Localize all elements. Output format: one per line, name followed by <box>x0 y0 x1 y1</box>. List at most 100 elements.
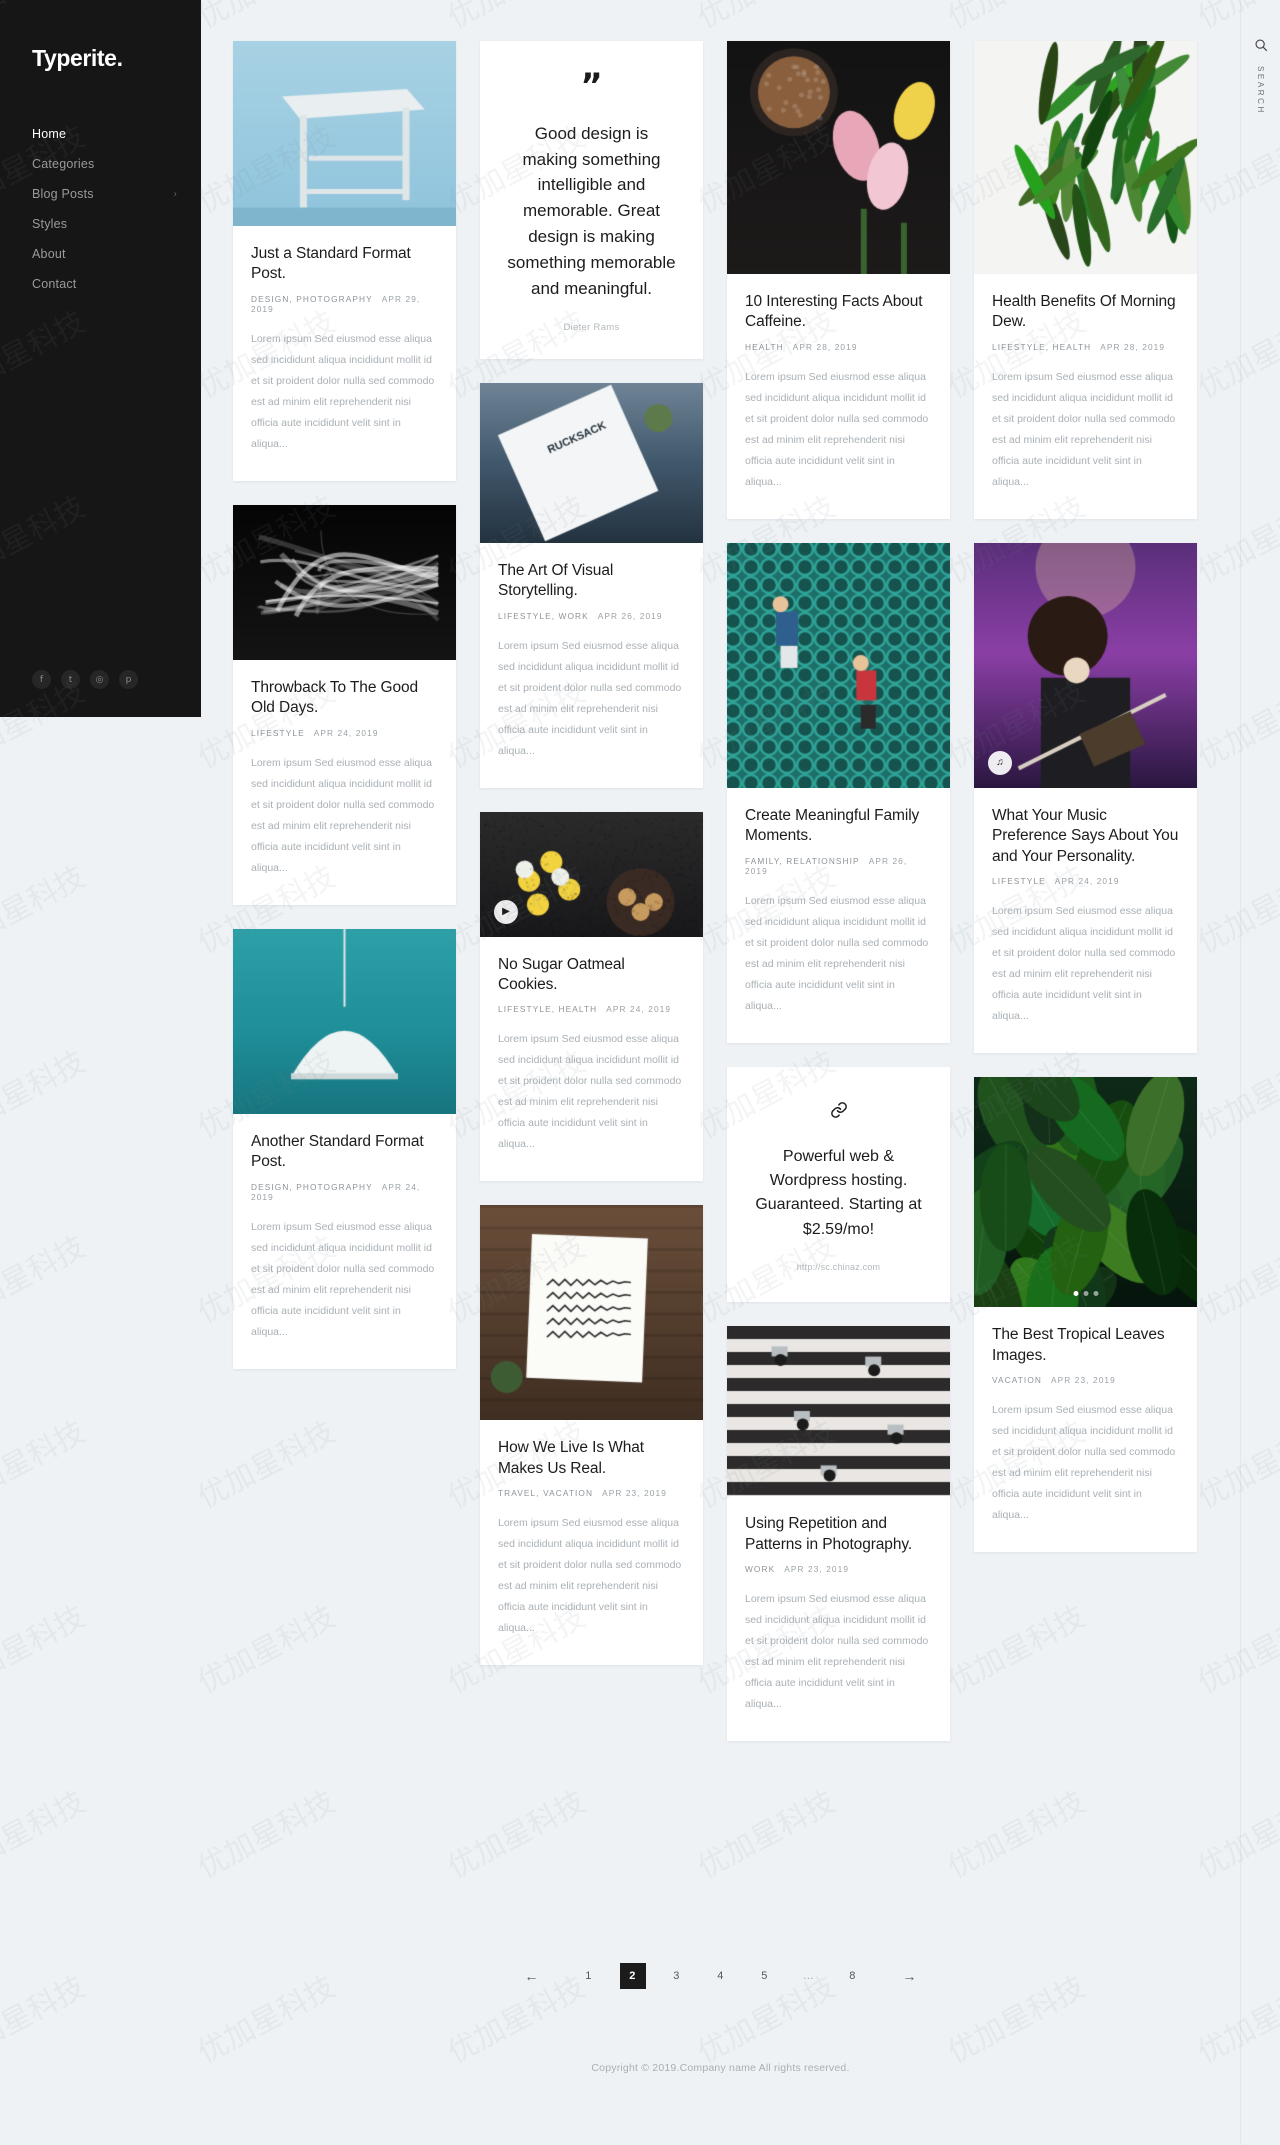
post-card[interactable]: 10 Interesting Facts About Caffeine. HEA… <box>727 41 950 519</box>
post-thumbnail[interactable] <box>233 929 456 1114</box>
post-excerpt: Lorem ipsum Sed eiusmod esse aliqua sed … <box>992 901 1179 1027</box>
post-date: APR 23, 2019 <box>1051 1375 1116 1385</box>
pagination-page-3[interactable]: 3 <box>664 1963 690 1989</box>
post-title[interactable]: 10 Interesting Facts About Caffeine. <box>745 292 932 333</box>
post-meta: VACATION APR 23, 2019 <box>992 1375 1179 1385</box>
watermark-text: 优加星科技 <box>188 1777 341 1886</box>
music-note-icon[interactable]: ♫ <box>988 751 1012 775</box>
pagination-next[interactable]: → <box>897 1963 923 1989</box>
post-title[interactable]: Create Meaningful Family Moments. <box>745 806 932 847</box>
pagination-page-5[interactable]: 5 <box>752 1963 778 1989</box>
grid-column-1: Just a Standard Format Post. DESIGN, PHO… <box>233 41 456 1369</box>
footer: Copyright © 2019.Company name All rights… <box>201 2062 1240 2074</box>
post-meta: LIFESTYLE, WORK APR 26, 2019 <box>498 611 685 621</box>
sidebar-item-contact[interactable]: Contact <box>0 269 201 299</box>
quote-icon: ” <box>506 75 677 99</box>
post-thumbnail[interactable]: ▶ <box>480 812 703 937</box>
watermark-text: 优加星科技 <box>688 0 841 37</box>
quote-author: Dieter Rams <box>506 322 677 333</box>
sidebar-item-about[interactable]: About <box>0 239 201 269</box>
post-thumbnail[interactable] <box>233 41 456 226</box>
post-thumbnail[interactable] <box>480 1205 703 1420</box>
pagination-ellipsis: … <box>796 1963 822 1989</box>
post-card[interactable]: The Art Of Visual Storytelling. LIFESTYL… <box>480 383 703 788</box>
pagination-prev[interactable]: ← <box>519 1963 545 1989</box>
sidebar-item-blog-posts[interactable]: Blog Posts › <box>0 179 201 209</box>
post-thumbnail[interactable] <box>727 41 950 274</box>
post-thumbnail[interactable] <box>974 41 1197 274</box>
post-title[interactable]: The Art Of Visual Storytelling. <box>498 561 685 602</box>
post-excerpt: Lorem ipsum Sed eiusmod esse aliqua sed … <box>745 891 932 1017</box>
post-categories[interactable]: LIFESTYLE, HEALTH <box>992 342 1091 352</box>
facebook-icon[interactable]: f <box>32 670 51 689</box>
post-card[interactable]: Health Benefits Of Morning Dew. LIFESTYL… <box>974 41 1197 519</box>
post-categories[interactable]: TRAVEL, VACATION <box>498 1488 593 1498</box>
post-categories[interactable]: WORK <box>745 1564 775 1574</box>
post-card[interactable]: ♫ What Your Music Preference Says About … <box>974 543 1197 1053</box>
post-card[interactable]: Using Repetition and Patterns in Photogr… <box>727 1326 950 1741</box>
post-card[interactable]: ▶ No Sugar Oatmeal Cookies. LIFESTYLE, H… <box>480 812 703 1182</box>
post-thumbnail[interactable] <box>233 505 456 660</box>
post-meta: LIFESTYLE APR 24, 2019 <box>251 728 438 738</box>
pagination-page-1[interactable]: 1 <box>576 1963 602 1989</box>
pinterest-icon[interactable]: p <box>119 670 138 689</box>
post-categories[interactable]: DESIGN, PHOTOGRAPHY <box>251 1182 373 1192</box>
post-categories[interactable]: HEALTH <box>745 342 784 352</box>
post-title[interactable]: Just a Standard Format Post. <box>251 244 438 285</box>
post-date: APR 23, 2019 <box>602 1488 667 1498</box>
post-card[interactable]: How We Live Is What Makes Us Real. TRAVE… <box>480 1205 703 1665</box>
post-categories[interactable]: LIFESTYLE <box>251 728 305 738</box>
carousel-dots[interactable] <box>1073 1291 1098 1296</box>
post-categories[interactable]: LIFESTYLE, WORK <box>498 611 589 621</box>
search-label[interactable]: SEARCH <box>1256 66 1265 115</box>
post-excerpt: Lorem ipsum Sed eiusmod esse aliqua sed … <box>745 367 932 493</box>
site-logo[interactable]: Typerite. <box>0 40 201 72</box>
post-meta: LIFESTYLE, HEALTH APR 28, 2019 <box>992 342 1179 352</box>
search-icon[interactable] <box>1252 36 1270 54</box>
post-card[interactable]: Throwback To The Good Old Days. LIFESTYL… <box>233 505 456 905</box>
twitter-icon[interactable]: t <box>61 670 80 689</box>
post-thumbnail[interactable]: ♫ <box>974 543 1197 788</box>
pagination-page-4[interactable]: 4 <box>708 1963 734 1989</box>
sidebar-item-styles[interactable]: Styles <box>0 209 201 239</box>
post-categories[interactable]: DESIGN, PHOTOGRAPHY <box>251 294 373 304</box>
post-title[interactable]: Using Repetition and Patterns in Photogr… <box>745 1514 932 1555</box>
post-card[interactable]: Create Meaningful Family Moments. FAMILY… <box>727 543 950 1043</box>
quote-card[interactable]: ” Good design is making something intell… <box>480 41 703 359</box>
post-thumbnail[interactable] <box>727 543 950 788</box>
post-title[interactable]: What Your Music Preference Says About Yo… <box>992 806 1179 867</box>
post-title[interactable]: The Best Tropical Leaves Images. <box>992 1325 1179 1366</box>
sidebar-item-home[interactable]: Home <box>0 119 201 149</box>
chevron-down-icon: › <box>174 189 177 199</box>
dribbble-icon[interactable]: ◎ <box>90 670 109 689</box>
post-categories[interactable]: LIFESTYLE, HEALTH <box>498 1004 597 1014</box>
pagination-page-2[interactable]: 2 <box>620 1963 646 1989</box>
watermark-text: 优加星科技 <box>188 0 341 37</box>
post-title[interactable]: How We Live Is What Makes Us Real. <box>498 1438 685 1479</box>
promo-link[interactable]: http://sc.chinaz.com <box>753 1262 924 1272</box>
watermark-text: 优加星科技 <box>938 0 1091 37</box>
post-categories[interactable]: LIFESTYLE <box>992 876 1046 886</box>
pagination-page-8[interactable]: 8 <box>840 1963 866 1989</box>
post-title[interactable]: Throwback To The Good Old Days. <box>251 678 438 719</box>
sidebar-item-categories[interactable]: Categories <box>0 149 201 179</box>
post-title[interactable]: Health Benefits Of Morning Dew. <box>992 292 1179 333</box>
post-body: 10 Interesting Facts About Caffeine. HEA… <box>727 274 950 519</box>
post-meta: DESIGN, PHOTOGRAPHY APR 24, 2019 <box>251 1182 438 1202</box>
post-date: APR 23, 2019 <box>784 1564 849 1574</box>
post-card[interactable]: Just a Standard Format Post. DESIGN, PHO… <box>233 41 456 481</box>
post-categories[interactable]: VACATION <box>992 1375 1042 1385</box>
watermark-text: 优加星科技 <box>688 1777 841 1886</box>
post-card[interactable]: Another Standard Format Post. DESIGN, PH… <box>233 929 456 1369</box>
post-thumbnail[interactable] <box>480 383 703 543</box>
post-categories[interactable]: FAMILY, RELATIONSHIP <box>745 856 860 866</box>
post-excerpt: Lorem ipsum Sed eiusmod esse aliqua sed … <box>251 753 438 879</box>
promo-card[interactable]: Powerful web & Wordpress hosting. Guaran… <box>727 1067 950 1302</box>
post-card[interactable]: The Best Tropical Leaves Images. VACATIO… <box>974 1077 1197 1552</box>
post-thumbnail[interactable] <box>974 1077 1197 1307</box>
sidebar-item-label: About <box>32 247 66 261</box>
play-icon[interactable]: ▶ <box>494 900 518 924</box>
post-title[interactable]: Another Standard Format Post. <box>251 1132 438 1173</box>
post-title[interactable]: No Sugar Oatmeal Cookies. <box>498 955 685 996</box>
post-thumbnail[interactable] <box>727 1326 950 1496</box>
